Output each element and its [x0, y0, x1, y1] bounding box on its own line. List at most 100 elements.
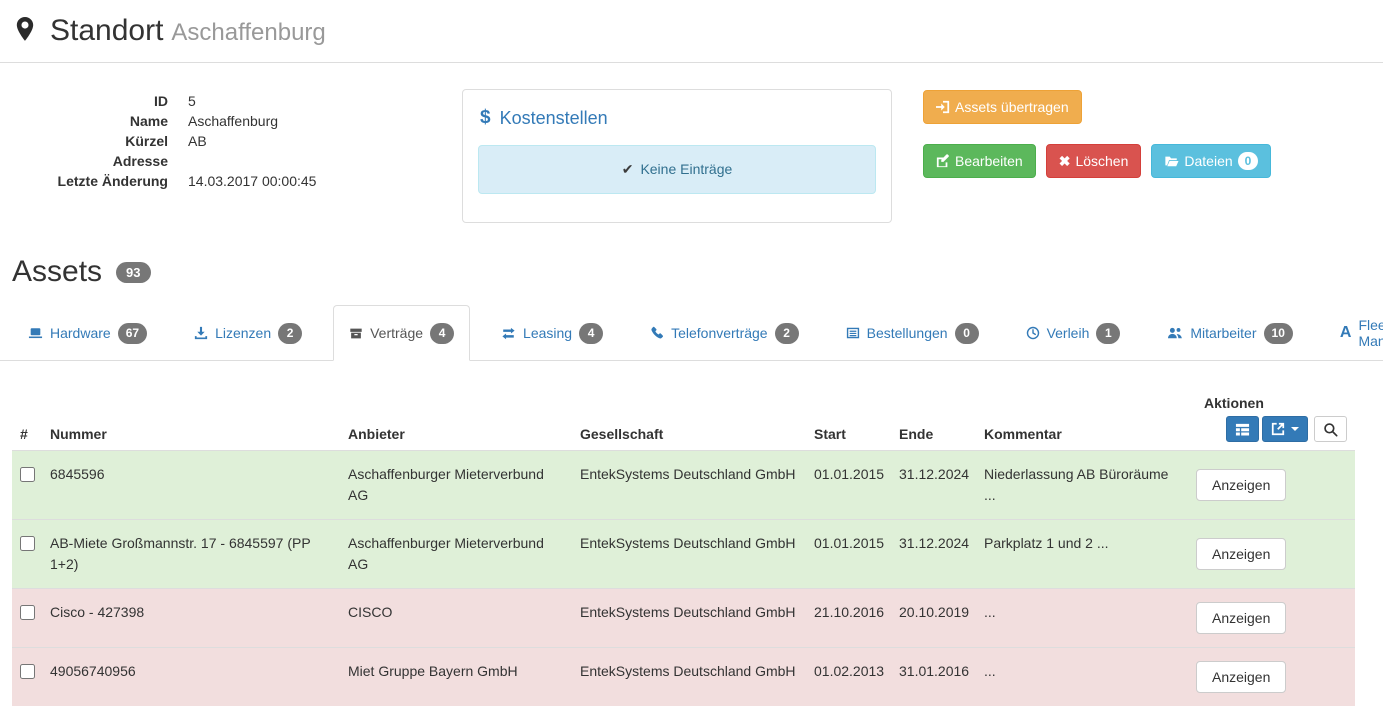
tab-count-badge: 0 [955, 323, 979, 344]
tab-fleet-management[interactable]: A Fleet Management 3 [1324, 305, 1383, 361]
tab-bestellungen[interactable]: Bestellungen 0 [830, 305, 995, 361]
laptop-icon [28, 326, 43, 340]
check-icon: ✔ [622, 161, 634, 177]
phone-icon [650, 326, 664, 340]
cell-ende: 31.12.2024 [891, 451, 976, 520]
col-header-nummer: Nummer [42, 389, 340, 451]
tab-label: Bestellungen [867, 325, 948, 341]
dateien-count-badge: 0 [1238, 152, 1259, 170]
table-list-icon [1235, 422, 1250, 437]
search-icon [1323, 422, 1338, 437]
export-button[interactable] [1262, 416, 1308, 442]
page-title: Standort Aschaffenburg [50, 13, 326, 51]
cell-gesellschaft: EntekSystems Deutschland GmbH [572, 520, 806, 589]
assets-title: Assets [12, 255, 102, 289]
list-view-button[interactable] [1226, 416, 1259, 442]
list-icon [846, 326, 860, 340]
kostenstellen-empty-text: Keine Einträge [640, 161, 732, 177]
row-checkbox[interactable] [20, 536, 35, 551]
anzeigen-button[interactable]: Anzeigen [1196, 538, 1286, 570]
detail-field-value: Aschaffenburg [168, 111, 278, 131]
tab-lizenzen[interactable]: Lizenzen 2 [178, 305, 318, 361]
tab-count-badge: 2 [775, 323, 799, 344]
sign-in-icon [936, 100, 950, 114]
assets-heading: Assets 93 [0, 255, 1383, 289]
tab-label: Verleih [1047, 325, 1090, 341]
row-checkbox[interactable] [20, 664, 35, 679]
tab-vertraege[interactable]: Verträge 4 [333, 305, 470, 361]
table-toolbar [1196, 416, 1347, 442]
col-header-aktionen: Aktionen [1188, 389, 1355, 451]
detail-field-label: Letzte Änderung [0, 171, 168, 191]
search-button[interactable] [1314, 416, 1347, 442]
tab-count-badge: 10 [1264, 323, 1293, 344]
col-header-select: # [12, 389, 42, 451]
row-checkbox[interactable] [20, 605, 35, 620]
tab-mitarbeiter[interactable]: Mitarbeiter 10 [1151, 305, 1309, 361]
detail-field-row: Adresse [0, 151, 452, 171]
cell-nummer: Cisco - 427398 [42, 589, 340, 648]
cell-start: 01.01.2015 [806, 520, 891, 589]
detail-field-value: 14.03.2017 00:00:45 [168, 171, 316, 191]
loeschen-button[interactable]: ✖Löschen [1046, 144, 1142, 178]
bearbeiten-button[interactable]: Bearbeiten [923, 144, 1036, 178]
page-title-text: Standort [50, 14, 163, 47]
table-header-row: # Nummer Anbieter Gesellschaft Start End… [12, 389, 1355, 451]
detail-field-row: ID 5 [0, 91, 452, 111]
cell-gesellschaft: EntekSystems Deutschland GmbH [572, 648, 806, 706]
tab-label: Leasing [523, 325, 572, 341]
cell-kommentar: Niederlassung AB Büroräume ... [976, 451, 1188, 520]
tab-count-badge: 67 [118, 323, 147, 344]
tab-label: Fleet Management [1358, 317, 1383, 349]
assets-uebertragen-button[interactable]: Assets übertragen [923, 90, 1082, 124]
cell-kommentar: ... [976, 648, 1188, 706]
cell-gesellschaft: EntekSystems Deutschland GmbH [572, 589, 806, 648]
anzeigen-button[interactable]: Anzeigen [1196, 661, 1286, 693]
chevron-down-icon [1291, 427, 1299, 431]
detail-field-label: Adresse [0, 151, 168, 171]
cell-nummer: 6845596 [42, 451, 340, 520]
cell-ende: 31.12.2024 [891, 520, 976, 589]
dateien-button[interactable]: Dateien 0 [1151, 144, 1271, 178]
assets-tabs: Hardware 67 Lizenzen 2 Verträge 4 Leasin… [0, 305, 1383, 361]
tab-verleih[interactable]: Verleih 1 [1010, 305, 1137, 361]
detail-field-value: AB [168, 131, 207, 151]
kostenstellen-empty-alert: ✔ Keine Einträge [478, 145, 876, 194]
cell-anbieter: Aschaffenburger Mieterverbund AG [340, 451, 572, 520]
download-icon [194, 326, 208, 340]
cell-start: 21.10.2016 [806, 589, 891, 648]
cell-ende: 20.10.2019 [891, 589, 976, 648]
archive-icon [349, 327, 363, 340]
cell-kommentar: Parkplatz 1 und 2 ... [976, 520, 1188, 589]
export-icon [1271, 422, 1285, 436]
detail-field-row: Kürzel AB [0, 131, 452, 151]
vertraege-table: # Nummer Anbieter Gesellschaft Start End… [12, 389, 1355, 706]
col-header-anbieter: Anbieter [340, 389, 572, 451]
anzeigen-button[interactable]: Anzeigen [1196, 469, 1286, 501]
aktionen-label: Aktionen [1196, 395, 1347, 411]
tab-leasing[interactable]: Leasing 4 [485, 305, 619, 361]
page-subtitle: Aschaffenburg [171, 19, 325, 46]
standort-summary-section: ID 5 Name Aschaffenburg Kürzel AB Adress… [0, 63, 1383, 247]
tab-telefonvertraege[interactable]: Telefonverträge 2 [634, 305, 815, 361]
tab-label: Hardware [50, 325, 111, 341]
assets-count-badge: 93 [116, 262, 150, 283]
tab-count-badge: 4 [430, 323, 454, 344]
exchange-icon [501, 327, 516, 340]
table-row: 49056740956 Miet Gruppe Bayern GmbH Ente… [12, 648, 1355, 706]
dollar-icon: $ [480, 107, 491, 129]
detail-field-value: 5 [168, 91, 196, 111]
assets-uebertragen-label: Assets übertragen [955, 98, 1069, 116]
table-row: AB-Miete Großmannstr. 17 - 6845597 (PP 1… [12, 520, 1355, 589]
tab-label: Lizenzen [215, 325, 271, 341]
anzeigen-button[interactable]: Anzeigen [1196, 602, 1286, 634]
detail-field-row: Letzte Änderung 14.03.2017 00:00:45 [0, 171, 452, 191]
col-header-kommentar: Kommentar [976, 389, 1188, 451]
tab-count-badge: 1 [1096, 323, 1120, 344]
cell-start: 01.02.2013 [806, 648, 891, 706]
tab-hardware[interactable]: Hardware 67 [12, 305, 163, 361]
tab-label: Mitarbeiter [1190, 325, 1256, 341]
edit-icon [936, 154, 950, 168]
table-row: 6845596 Aschaffenburger Mieterverbund AG… [12, 451, 1355, 520]
row-checkbox[interactable] [20, 467, 35, 482]
